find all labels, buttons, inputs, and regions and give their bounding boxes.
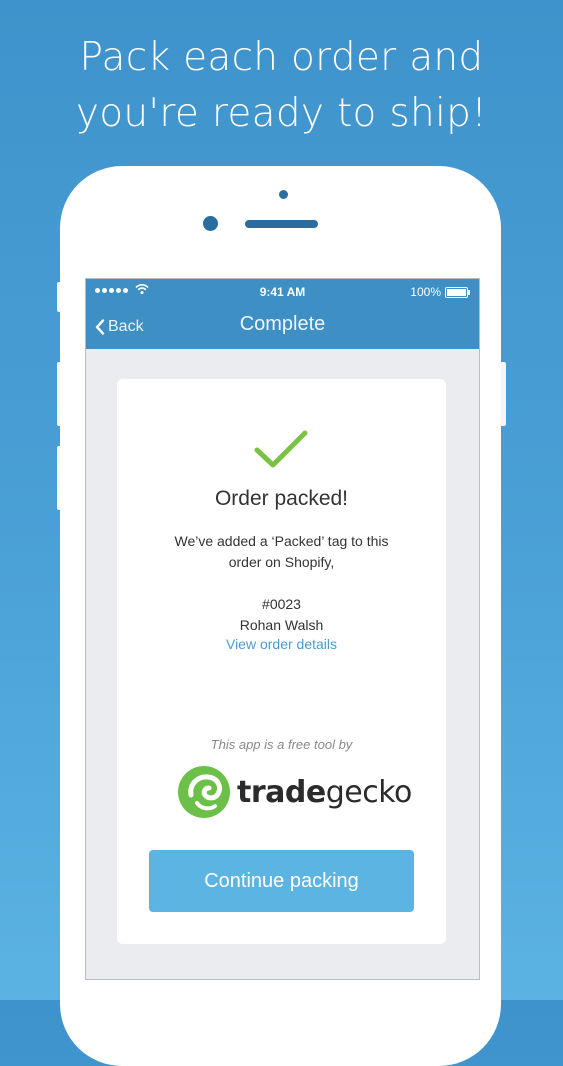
battery-icon (445, 287, 470, 298)
status-bar: 9:41 AM 100% (86, 279, 479, 305)
brand-trade: trade (237, 774, 326, 810)
battery-percentage: 100% (410, 285, 441, 299)
free-tool-text: This app is a free tool by (210, 737, 353, 752)
tradegecko-logo: tradegecko (177, 765, 412, 819)
customer-name: Rohan Walsh (239, 617, 324, 633)
packed-message-line-1: We’ve added a ‘Packed’ tag to this (174, 533, 389, 549)
continue-packing-button[interactable]: Continue packing (149, 850, 414, 912)
phone-speaker (245, 220, 318, 228)
packed-message-line-2: order on Shopify, (228, 554, 335, 570)
view-order-details-link[interactable]: View order details (117, 636, 446, 652)
tradegecko-wordmark: tradegecko (237, 775, 412, 810)
checkmark-icon (254, 430, 308, 468)
phone-screen: 9:41 AM 100% Back Complete Order packed!… (85, 278, 480, 980)
phone-sensor (279, 190, 288, 199)
tradegecko-logo-icon (178, 766, 230, 818)
phone-front-camera (203, 216, 218, 231)
order-packed-title: Order packed! (214, 487, 349, 510)
confirmation-card: Order packed! We’ve added a ‘Packed’ tag… (117, 379, 446, 944)
headline-line-1: Pack each order and (79, 35, 484, 80)
page-title: Complete (239, 313, 326, 335)
order-number: #0023 (262, 596, 301, 612)
packed-message: We’ve added a ‘Packed’ tag to this order… (117, 531, 446, 573)
headline-line-2: you're ready to ship! (75, 91, 488, 136)
nav-bar: Back Complete (86, 305, 479, 349)
brand-gecko: gecko (325, 774, 413, 810)
order-summary: #0023 Rohan Walsh (117, 594, 446, 636)
headline: Pack each order and you're ready to ship… (0, 30, 563, 142)
